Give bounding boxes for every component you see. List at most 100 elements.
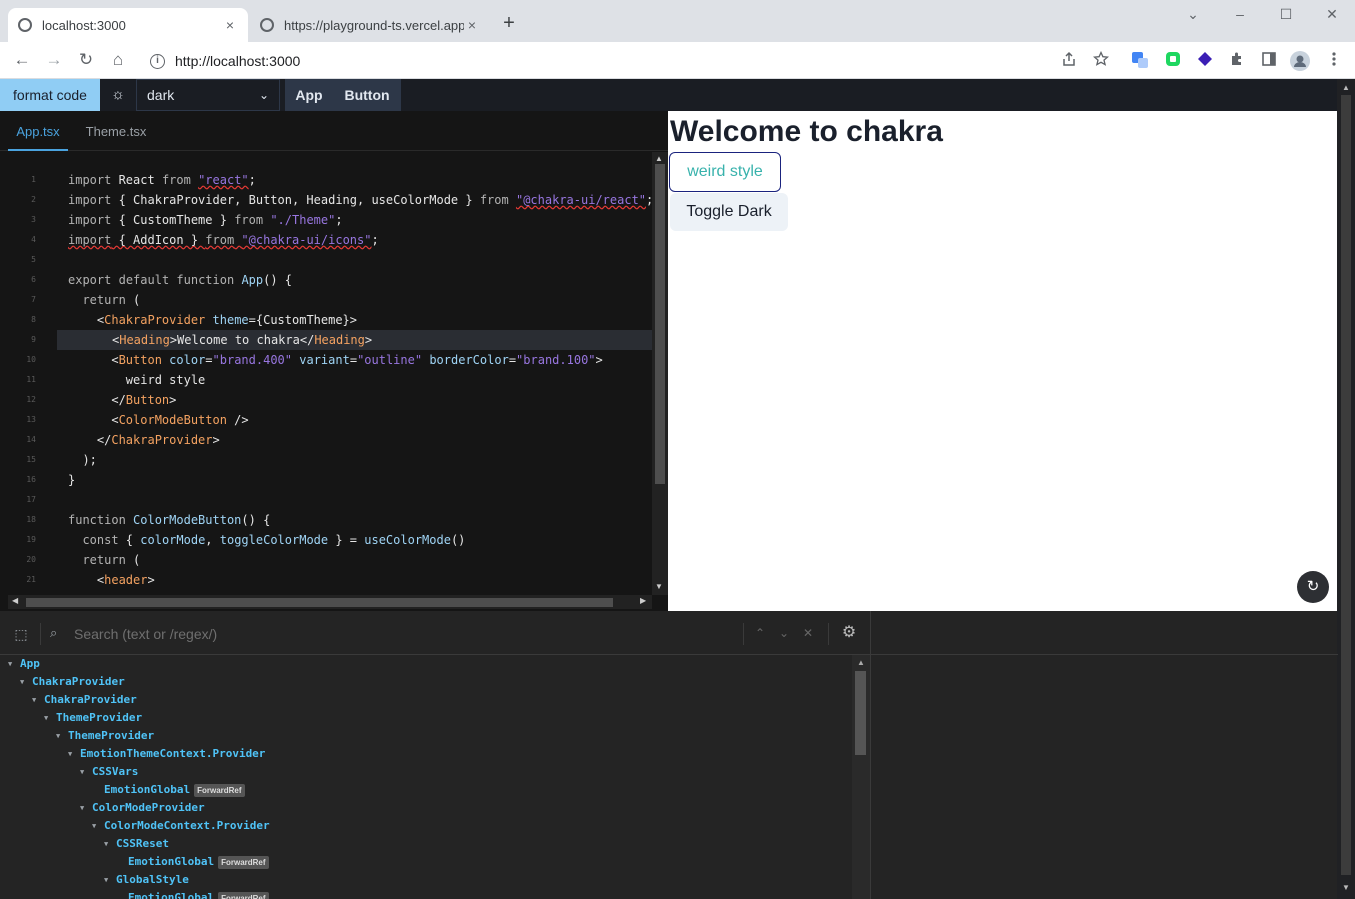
browser-tab-playground[interactable]: https://playground-ts.vercel.app × (250, 8, 490, 42)
tree-node[interactable]: ▼ ChakraProvider (32, 691, 137, 709)
tree-node[interactable]: ▼ GlobalStyle (104, 871, 189, 889)
tree-node[interactable]: EmotionGlobal ForwardRef (116, 889, 269, 899)
gear-icon[interactable]: ⚙ (840, 624, 858, 642)
component-search-input[interactable] (74, 624, 734, 644)
tree-node[interactable]: ▼ ColorModeProvider (80, 799, 205, 817)
scrollbar-thumb[interactable] (655, 164, 665, 484)
address-bar[interactable]: i http://localhost:3000 (150, 48, 300, 74)
tree-node[interactable]: ▼ ThemeProvider (44, 709, 142, 727)
new-tab-button[interactable]: + (498, 12, 520, 34)
scroll-down-arrow-icon[interactable]: ▼ (655, 582, 663, 591)
code-line[interactable]: 16} (0, 470, 652, 490)
expand-triangle-icon[interactable]: ▼ (104, 835, 116, 853)
clear-search-icon[interactable]: ✕ (800, 625, 816, 641)
purple-extension-icon[interactable] (1196, 51, 1214, 69)
code-line[interactable]: 21 <header> (0, 570, 652, 590)
home-button[interactable]: ⌂ (108, 50, 128, 70)
code-line[interactable]: 9 <Heading>Welcome to chakra</Heading> (31, 330, 652, 350)
expand-triangle-icon[interactable]: ▼ (8, 655, 20, 673)
expand-triangle-icon[interactable]: ▼ (80, 799, 92, 817)
back-button[interactable]: ← (12, 50, 32, 70)
tree-node[interactable]: ▼ ChakraProvider (20, 673, 125, 691)
page-scrollbar[interactable]: ▲ ▼ (1337, 79, 1355, 899)
code-line[interactable]: 8 <ChakraProvider theme={CustomTheme}> (0, 310, 652, 330)
code-line[interactable]: 10 <Button color="brand.400" variant="ou… (0, 350, 652, 370)
expand-triangle-icon[interactable]: ▼ (56, 727, 68, 745)
side-panel-icon[interactable] (1260, 51, 1278, 69)
code-line[interactable]: 6 export default function App() { (0, 270, 652, 290)
code-area[interactable]: 1 import React from "react"; 2 import { Cha… (0, 152, 652, 595)
code-line[interactable]: 2 import { ChakraProvider, Button, Headin… (0, 190, 652, 210)
translate-extension-icon[interactable] (1131, 51, 1149, 69)
tree-node[interactable]: ▼ App (8, 655, 40, 673)
scrollbar-thumb[interactable] (26, 598, 613, 607)
tree-node[interactable]: EmotionGlobal ForwardRef (92, 781, 245, 799)
element-picker-icon[interactable]: ⬚ (12, 625, 30, 643)
code-line[interactable]: 14 </ChakraProvider> (0, 430, 652, 450)
theme-select[interactable]: dark ⌄ (136, 79, 280, 111)
expand-triangle-icon[interactable]: ▼ (80, 763, 92, 781)
file-tab-button[interactable]: Button (333, 79, 401, 111)
browser-tab-localhost[interactable]: localhost:3000 × (8, 8, 248, 42)
scroll-right-arrow-icon[interactable]: ▶ (640, 596, 646, 605)
close-tab-icon[interactable]: × (464, 17, 480, 33)
expand-triangle-icon[interactable]: ▼ (32, 691, 44, 709)
code-line[interactable]: 5 (0, 250, 652, 270)
code-line[interactable]: 3 import { CustomTheme } from "./Theme"; (0, 210, 652, 230)
bookmark-star-icon[interactable] (1092, 50, 1110, 69)
code-line[interactable]: 1 import React from "react"; (0, 170, 652, 190)
site-info-icon[interactable]: i (150, 53, 165, 69)
tab-theme-tsx[interactable]: Theme.tsx (80, 111, 152, 151)
tab-app-tsx[interactable]: App.tsx (8, 111, 68, 151)
expand-triangle-icon[interactable]: ▼ (104, 871, 116, 889)
expand-triangle-icon[interactable]: ▼ (92, 817, 104, 835)
scroll-left-arrow-icon[interactable]: ◀ (12, 596, 18, 605)
code-line[interactable]: 20 return ( (0, 550, 652, 570)
scrollbar-thumb[interactable] (1341, 95, 1351, 875)
code-line[interactable]: 17 (0, 490, 652, 510)
tree-node[interactable]: ▼ CSSReset (104, 835, 169, 853)
close-tab-icon[interactable]: × (222, 17, 238, 33)
code-line[interactable]: 7 return ( (0, 290, 652, 310)
minimize-button[interactable]: – (1230, 6, 1250, 22)
refresh-preview-icon[interactable]: ↻ (1297, 571, 1329, 603)
tree-node[interactable]: ▼ CSSVars (80, 763, 138, 781)
editor-horizontal-scrollbar[interactable]: ◀ ▶ (8, 595, 652, 609)
tab-search-icon[interactable]: ⌄ (1183, 6, 1203, 23)
code-line[interactable]: 15 ); (0, 450, 652, 470)
expand-triangle-icon[interactable]: ▼ (68, 745, 80, 763)
toggle-dark-button[interactable]: Toggle Dark (670, 193, 788, 231)
code-line[interactable]: 13 <ColorModeButton /> (0, 410, 652, 430)
browser-menu-icon[interactable] (1325, 51, 1343, 69)
tree-node[interactable]: EmotionGlobal ForwardRef (116, 853, 269, 871)
sun-icon[interactable]: ☼ (108, 85, 128, 105)
tree-node[interactable]: ▼ EmotionThemeContext.Provider (68, 745, 265, 763)
previous-result-icon[interactable]: ⌃ (752, 625, 768, 641)
tree-scrollbar[interactable]: ▲ (852, 655, 870, 899)
editor-vertical-scrollbar[interactable]: ▲ ▼ (652, 152, 668, 595)
expand-triangle-icon[interactable]: ▼ (20, 673, 32, 691)
scroll-up-arrow-icon[interactable]: ▲ (655, 154, 663, 163)
maximize-button[interactable]: ☐ (1276, 6, 1296, 23)
tree-node[interactable]: ▼ ThemeProvider (56, 727, 154, 745)
green-extension-icon[interactable] (1164, 51, 1182, 69)
code-line[interactable]: 11 weird style (0, 370, 652, 390)
code-line[interactable]: 4 import { AddIcon } from "@chakra-ui/ico… (0, 230, 652, 250)
code-line[interactable]: 12 </Button> (0, 390, 652, 410)
forward-button[interactable]: → (44, 50, 64, 70)
scrollbar-thumb[interactable] (855, 671, 866, 755)
tree-node[interactable]: ▼ ColorModeContext.Provider (92, 817, 270, 835)
code-line[interactable]: 18 function ColorModeButton() { (0, 510, 652, 530)
file-tab-app[interactable]: App (285, 79, 333, 111)
share-icon[interactable] (1060, 51, 1078, 69)
extensions-puzzle-icon[interactable] (1228, 51, 1246, 69)
close-window-button[interactable]: ✕ (1322, 6, 1342, 23)
code-line[interactable]: 19 const { colorMode, toggleColorMode } … (0, 530, 652, 550)
profile-avatar-icon[interactable] (1290, 51, 1310, 71)
expand-triangle-icon[interactable]: ▼ (44, 709, 56, 727)
format-code-button[interactable]: format code (0, 79, 100, 111)
scroll-up-arrow-icon[interactable]: ▲ (1342, 83, 1350, 92)
scroll-down-arrow-icon[interactable]: ▼ (1342, 883, 1350, 892)
weird-style-button[interactable]: weird style (669, 152, 781, 192)
reload-button[interactable]: ↻ (76, 50, 96, 70)
